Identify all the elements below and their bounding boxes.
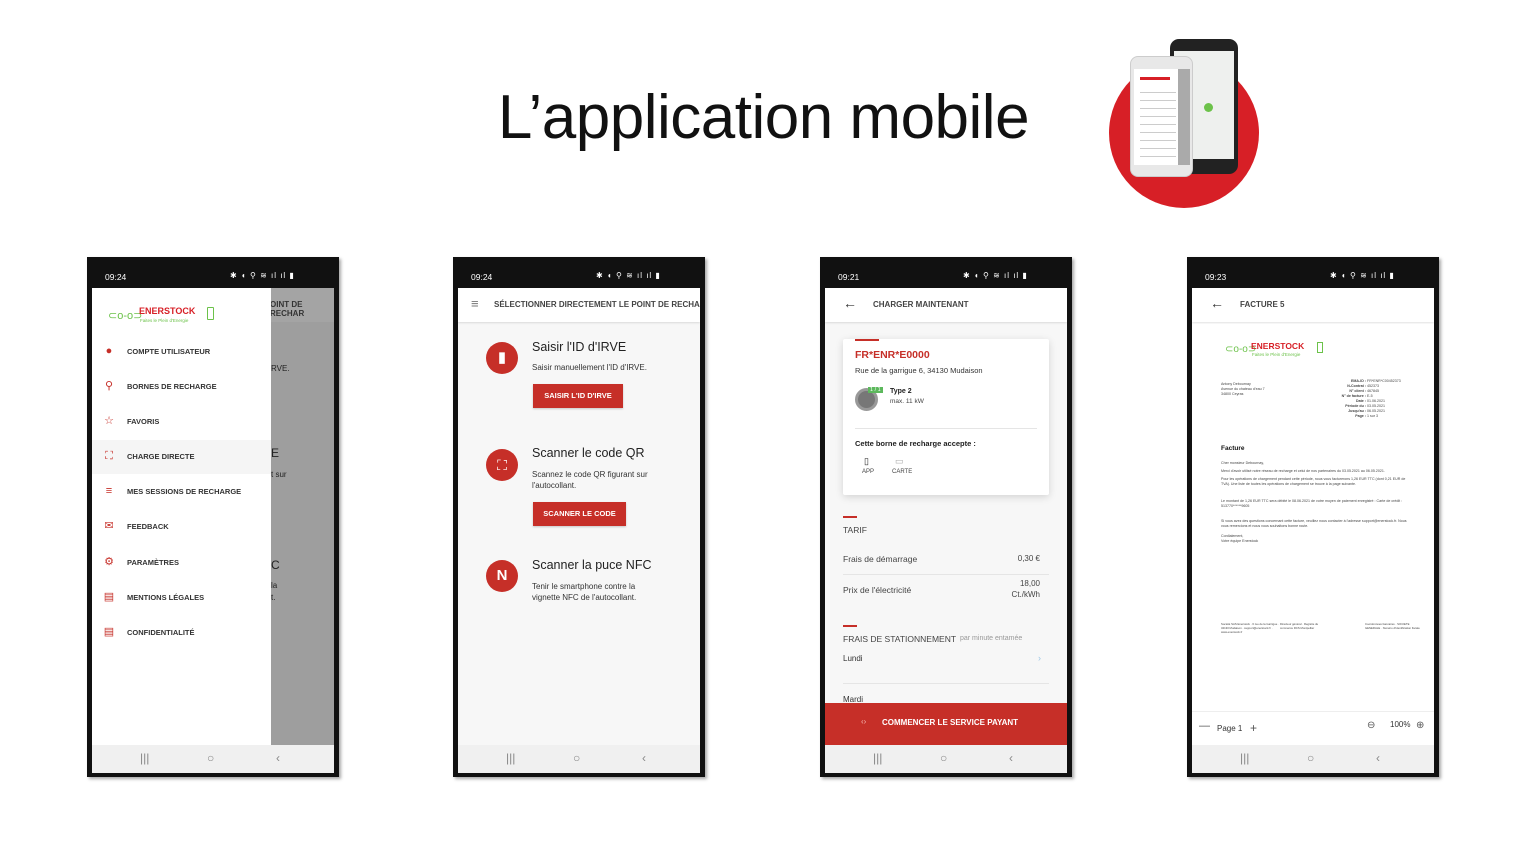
android-nav-bar: ||| ○ ‹ bbox=[1192, 745, 1434, 773]
header-title: CHARGER MAINTENANT bbox=[873, 300, 969, 309]
status-bar: 09:23 ✱ ◖ ⚲ ≋ ıl ıl ▮ bbox=[1205, 271, 1395, 282]
back-nav-button[interactable]: ‹ bbox=[276, 751, 280, 765]
status-icons: ✱ ◖ ⚲ ≋ ıl ıl ▮ bbox=[230, 271, 295, 280]
menu-item-mes-sessions[interactable]: ≡ MES SESSIONS DE RECHARGE bbox=[92, 475, 271, 509]
back-nav-button[interactable]: ‹ bbox=[642, 751, 646, 765]
behind-text: E bbox=[271, 446, 280, 460]
car-plug-icon: ⊂o-o⊃ bbox=[108, 310, 143, 322]
page-title: L’application mobile bbox=[497, 83, 1030, 152]
home-button[interactable]: ○ bbox=[1307, 751, 1314, 765]
status-bar: 09:24 ✱ ◖ ⚲ ≋ ıl ıl ▮ bbox=[471, 271, 661, 282]
recents-button[interactable]: ||| bbox=[140, 751, 149, 765]
behind-header-text: OINT DE RECHAR bbox=[270, 300, 305, 318]
invoice-document: ⊂o-o⊃ ENERSTOCK Faites le Plein d'Energi… bbox=[1192, 324, 1434, 711]
home-button[interactable]: ○ bbox=[573, 751, 580, 765]
enter-id-button[interactable]: SAISIR L'ID D'IRVE bbox=[533, 384, 623, 408]
station-card: FR*ENR*E0000 Rue de la garrigue 6, 34130… bbox=[843, 339, 1049, 495]
station-id: FR*ENR*E0000 bbox=[855, 349, 930, 361]
menu-item-mentions-legales[interactable]: ▤ MENTIONS LÉGALES bbox=[92, 581, 271, 615]
page-indicator: Page 1 bbox=[1217, 724, 1243, 733]
invoice-body: Cher monsieur Debournay, Merci d'avoir u… bbox=[1221, 461, 1407, 543]
card-icon: ▭ bbox=[895, 456, 904, 466]
phone-invoice-screen: 09:23 ✱ ◖ ⚲ ≋ ıl ıl ▮ ← FACTURE 5 ⊂o-o⊃ … bbox=[1187, 257, 1439, 777]
menu-item-feedback[interactable]: ✉ FEEDBACK bbox=[92, 510, 271, 544]
tarif-title: TARIF bbox=[843, 525, 867, 535]
phone-icon: ▯ bbox=[864, 456, 869, 466]
menu-item-compte-utilisateur[interactable]: ● COMPTE UTILISATEUR bbox=[92, 335, 271, 369]
behind-text: RVE. bbox=[271, 364, 290, 373]
station-address: Rue de la garrigue 6, 34130 Mudaison bbox=[855, 366, 983, 375]
android-nav-bar: ||| ○ ‹ bbox=[92, 745, 334, 773]
phone-charge-now-screen: 09:21 ✱ ◖ ⚲ ≋ ıl ıl ▮ ← CHARGER MAINTENA… bbox=[820, 257, 1072, 777]
charger-plug-icon: ▮ bbox=[486, 342, 518, 374]
app-header: ← FACTURE 5 bbox=[1192, 288, 1434, 322]
header-title: SÉLECTIONNER DIRECTEMENT LE POINT DE REC… bbox=[494, 300, 700, 309]
recents-button[interactable]: ||| bbox=[873, 751, 882, 765]
back-nav-button[interactable]: ‹ bbox=[1009, 751, 1013, 765]
zoom-level: 100% bbox=[1390, 720, 1411, 729]
app-header: ← CHARGER MAINTENANT bbox=[825, 288, 1067, 322]
next-page-button[interactable]: + bbox=[1250, 721, 1257, 735]
menu-item-charge-directe[interactable]: ⛶ CHARGE DIRECTE bbox=[92, 440, 271, 474]
map-pin-icon bbox=[1204, 103, 1213, 112]
navigation-drawer: ⊂o-o⊃ ENERSTOCK Faites le Plein d'Energi… bbox=[92, 288, 271, 745]
pdf-toolbar: — Page 1 + ⊖ 100% ⊕ bbox=[1192, 711, 1434, 744]
list-icon: ≡ bbox=[105, 485, 113, 497]
phone-menu-screen: 09:24 ✱ ◖ ⚲ ≋ ıl ıl ▮ OINT DE RECHAR RVE… bbox=[87, 257, 339, 777]
zoom-out-icon[interactable]: ⊖ bbox=[1367, 720, 1375, 731]
header-title: FACTURE 5 bbox=[1240, 300, 1285, 309]
recents-button[interactable]: ||| bbox=[1240, 751, 1249, 765]
phone-direct-charge-screen: 09:24 ✱ ◖ ⚲ ≋ ıl ıl ▮ ≡ SÉLECTIONNER DIR… bbox=[453, 257, 705, 777]
start-paid-service-button[interactable]: ‹› COMMENCER LE SERVICE PAYANT bbox=[825, 703, 1067, 745]
menu-item-parametres[interactable]: ⚙ PARAMÈTRES bbox=[92, 546, 271, 580]
android-nav-bar: ||| ○ ‹ bbox=[458, 745, 700, 773]
chevron-right-icon: › bbox=[1038, 653, 1041, 663]
home-button[interactable]: ○ bbox=[940, 751, 947, 765]
user-icon: ● bbox=[105, 345, 113, 357]
document-icon: ▤ bbox=[103, 626, 115, 638]
menu-item-bornes-de-recharge[interactable]: ⚲ BORNES DE RECHARGE bbox=[92, 370, 271, 404]
behind-text: la bbox=[271, 581, 278, 590]
behind-text: C bbox=[271, 558, 280, 572]
status-time: 09:24 bbox=[105, 272, 127, 282]
recents-button[interactable]: ||| bbox=[506, 751, 515, 765]
qr-scan-icon: ⛶ bbox=[486, 449, 518, 481]
behind-text: t sur bbox=[271, 470, 287, 479]
envelope-icon: ✉ bbox=[104, 520, 114, 532]
invoice-heading: Facture bbox=[1221, 445, 1245, 452]
scan-code-button[interactable]: SCANNER LE CODE bbox=[533, 502, 626, 526]
hamburger-menu-icon[interactable]: ≡ bbox=[471, 296, 479, 311]
invoice-fields: EMA-ID : FR*ENR*C00452373 N-Contrat : 45… bbox=[1341, 379, 1401, 418]
app-header: ≡ SÉLECTIONNER DIRECTEMENT LE POINT DE R… bbox=[458, 288, 700, 322]
menu-item-confidentialite[interactable]: ▤ CONFIDENTIALITÉ bbox=[92, 616, 271, 650]
document-icon: ▤ bbox=[103, 591, 115, 603]
back-arrow-icon[interactable]: ← bbox=[1210, 295, 1224, 311]
mockup-phone-menu bbox=[1130, 56, 1193, 177]
menu-item-favoris[interactable]: ☆ FAVORIS bbox=[92, 405, 271, 439]
back-arrow-icon[interactable]: ← bbox=[843, 295, 857, 311]
back-nav-button[interactable]: ‹ bbox=[1376, 751, 1380, 765]
behind-text: t. bbox=[271, 593, 276, 602]
star-icon: ☆ bbox=[104, 415, 114, 427]
home-button[interactable]: ○ bbox=[207, 751, 214, 765]
day-row-lundi[interactable]: Lundi › bbox=[843, 653, 1049, 670]
android-nav-bar: ||| ○ ‹ bbox=[825, 745, 1067, 773]
location-pin-icon: ⚲ bbox=[104, 380, 114, 392]
status-bar: 09:24 ✱ ◖ ⚲ ≋ ıl ıl ▮ bbox=[87, 257, 339, 288]
battery-icon bbox=[207, 307, 214, 320]
availability-badge: 1 / 1 bbox=[868, 387, 883, 393]
previous-page-button[interactable]: — bbox=[1199, 720, 1210, 732]
status-bar: 09:21 ✱ ◖ ⚲ ≋ ıl ıl ▮ bbox=[838, 271, 1028, 282]
gear-icon: ⚙ bbox=[104, 556, 114, 568]
zoom-in-icon[interactable]: ⊕ bbox=[1416, 720, 1424, 731]
nfc-icon: N bbox=[486, 560, 518, 592]
charge-icon: ‹› bbox=[861, 717, 867, 726]
customer-address: Antony Debournay Avenue du chateau d'eau … bbox=[1221, 382, 1265, 396]
scan-frame-icon: ⛶ bbox=[105, 450, 113, 462]
